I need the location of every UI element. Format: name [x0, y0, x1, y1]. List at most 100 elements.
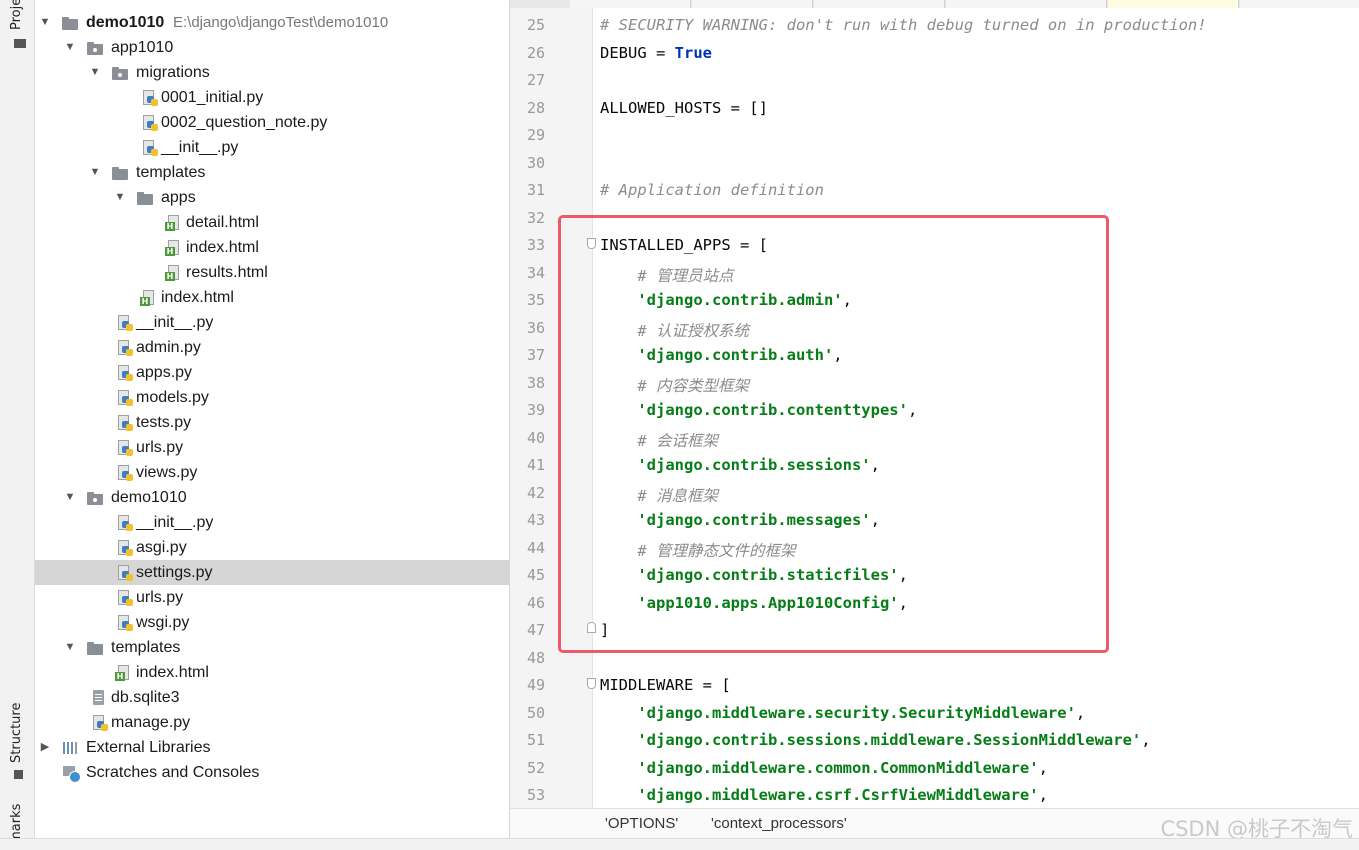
editor-tab[interactable] [946, 0, 1107, 8]
tree-row-label: db.sqlite3 [111, 689, 180, 706]
tab-project[interactable]: Proje [9, 0, 24, 30]
tree-row-file[interactable]: H index.html [35, 660, 509, 685]
fold-marker-icon[interactable] [587, 678, 596, 689]
editor-tab[interactable] [814, 0, 945, 8]
tree-row-file[interactable]: urls.py [35, 435, 509, 460]
tree-row-file[interactable]: apps.py [35, 360, 509, 385]
breadcrumb-item[interactable]: 'context_processors' [711, 815, 847, 832]
tree-row-folder[interactable]: ▼ apps [35, 185, 509, 210]
tree-row-external-libraries[interactable]: ▶ External Libraries [35, 735, 509, 760]
line-number: 48 [526, 648, 545, 667]
tree-row-file[interactable]: admin.py [35, 335, 509, 360]
chevron-down-icon[interactable]: ▼ [38, 10, 52, 35]
tree-row-file[interactable]: urls.py [35, 585, 509, 610]
structure-icon[interactable] [14, 770, 23, 779]
code-line[interactable]: 'django.middleware.common.CommonMiddlewa… [600, 759, 1048, 777]
code-line[interactable]: 'django.middleware.security.SecurityMidd… [600, 704, 1085, 722]
tree-row-file[interactable]: H index.html [35, 235, 509, 260]
code-line[interactable]: # Application definition [600, 181, 824, 199]
tree-row-file[interactable]: H detail.html [35, 210, 509, 235]
tree-row-file[interactable]: __init__.py [35, 510, 509, 535]
project-tree[interactable]: ▼ demo1010 E:\django\djangoTest\demo1010… [35, 0, 510, 849]
python-file-icon [116, 415, 134, 431]
line-number: 36 [526, 318, 545, 337]
code-token: , [1141, 731, 1151, 749]
code-line[interactable]: ALLOWED_HOSTS = [] [600, 99, 768, 117]
tab-structure[interactable]: Structure [9, 703, 24, 763]
project-path: E:\django\djangoTest\demo1010 [173, 14, 389, 31]
line-number: 29 [526, 126, 545, 144]
editor-tab-bar[interactable] [510, 0, 1359, 8]
python-file-icon [116, 615, 134, 631]
code-line[interactable]: 'django.contrib.sessions', [600, 456, 880, 474]
tree-row-root[interactable]: ▼ demo1010 E:\django\djangoTest\demo1010 [35, 10, 509, 35]
tree-row-file[interactable]: manage.py [35, 710, 509, 735]
code-line[interactable]: 'django.contrib.contenttypes', [600, 401, 917, 419]
code-line[interactable]: MIDDLEWARE = [ [600, 676, 731, 694]
code-line[interactable]: # 认证授权系统 [600, 319, 749, 341]
chevron-down-icon[interactable]: ▼ [88, 160, 102, 185]
tree-row-file[interactable]: 0001_initial.py [35, 85, 509, 110]
tree-row-file-selected[interactable]: settings.py [35, 560, 509, 585]
code-line[interactable]: 'django.contrib.sessions.middleware.Sess… [600, 731, 1151, 749]
line-number: 35 [526, 291, 545, 309]
code-line[interactable]: 'django.contrib.messages', [600, 511, 880, 529]
editor-tab[interactable] [692, 0, 813, 8]
code-line[interactable]: # SECURITY WARNING: don't run with debug… [600, 16, 1207, 34]
tree-row-scratches[interactable]: Scratches and Consoles [35, 760, 509, 785]
code-line[interactable]: # 管理员站点 [600, 264, 733, 286]
tree-row-file[interactable]: models.py [35, 385, 509, 410]
tree-row-file[interactable]: __init__.py [35, 310, 509, 335]
code-line[interactable]: 'django.contrib.staticfiles', [600, 566, 908, 584]
tree-row-folder[interactable]: ▼ app1010 [35, 35, 509, 60]
python-file-icon [116, 315, 134, 331]
tree-row-label: manage.py [111, 714, 191, 731]
tree-row-folder[interactable]: ▼ templates [35, 160, 509, 185]
python-file-icon [116, 565, 134, 581]
chevron-down-icon[interactable]: ▼ [63, 485, 77, 510]
folder-icon[interactable] [14, 39, 26, 48]
tree-row-file[interactable]: tests.py [35, 410, 509, 435]
code-line[interactable]: INSTALLED_APPS = [ [600, 236, 768, 254]
tree-row-file[interactable]: H index.html [35, 285, 509, 310]
code-line[interactable]: 'django.contrib.admin', [600, 291, 852, 309]
editor-tab[interactable] [570, 0, 691, 8]
tree-row-folder[interactable]: ▼ templates [35, 635, 509, 660]
code-line[interactable]: # 内容类型框架 [600, 374, 749, 396]
code-line[interactable]: # 管理静态文件的框架 [600, 539, 795, 561]
line-number: 41 [526, 456, 545, 474]
tree-row-folder[interactable]: ▼ migrations [35, 60, 509, 85]
tree-row-file[interactable]: db.sqlite3 [35, 685, 509, 710]
editor-tab[interactable] [1240, 0, 1359, 8]
tree-row-file[interactable]: __init__.py [35, 135, 509, 160]
chevron-down-icon[interactable]: ▼ [88, 60, 102, 85]
code-line[interactable]: 'django.contrib.auth', [600, 346, 842, 364]
code-line[interactable]: # 消息框架 [600, 484, 718, 506]
tree-row-file[interactable]: 0002_question_note.py [35, 110, 509, 135]
python-file-icon [116, 465, 134, 481]
chevron-down-icon[interactable]: ▼ [113, 185, 127, 210]
code-line[interactable]: ] [600, 621, 609, 639]
code-line[interactable]: 'app1010.apps.App1010Config', [600, 594, 908, 612]
editor-tab-active[interactable] [1108, 0, 1239, 8]
code-line[interactable]: 'django.middleware.csrf.CsrfViewMiddlewa… [600, 786, 1048, 804]
breadcrumb-item[interactable]: 'OPTIONS' [605, 815, 678, 832]
tree-row-folder[interactable]: ▼ demo1010 [35, 485, 509, 510]
code-token: , [907, 401, 918, 419]
tree-row-file[interactable]: views.py [35, 460, 509, 485]
python-file-icon [116, 540, 134, 556]
chevron-down-icon[interactable]: ▼ [63, 35, 77, 60]
tree-row-file[interactable]: asgi.py [35, 535, 509, 560]
tree-row-label: settings.py [136, 564, 213, 581]
line-number: 49 [526, 676, 545, 694]
code-line[interactable]: # 会话框架 [600, 429, 718, 451]
code-line[interactable]: DEBUG = True [600, 44, 712, 62]
chevron-right-icon[interactable]: ▶ [38, 735, 52, 760]
code-editor[interactable]: 25 # SECURITY WARNING: don't run with deb… [510, 0, 1359, 808]
tree-row-file[interactable]: wsgi.py [35, 610, 509, 635]
tree-row-label: demo1010 [111, 489, 187, 506]
chevron-down-icon[interactable]: ▼ [63, 635, 77, 660]
tree-row-label: asgi.py [136, 539, 187, 556]
package-folder-icon [87, 490, 105, 506]
tree-row-file[interactable]: H results.html [35, 260, 509, 285]
